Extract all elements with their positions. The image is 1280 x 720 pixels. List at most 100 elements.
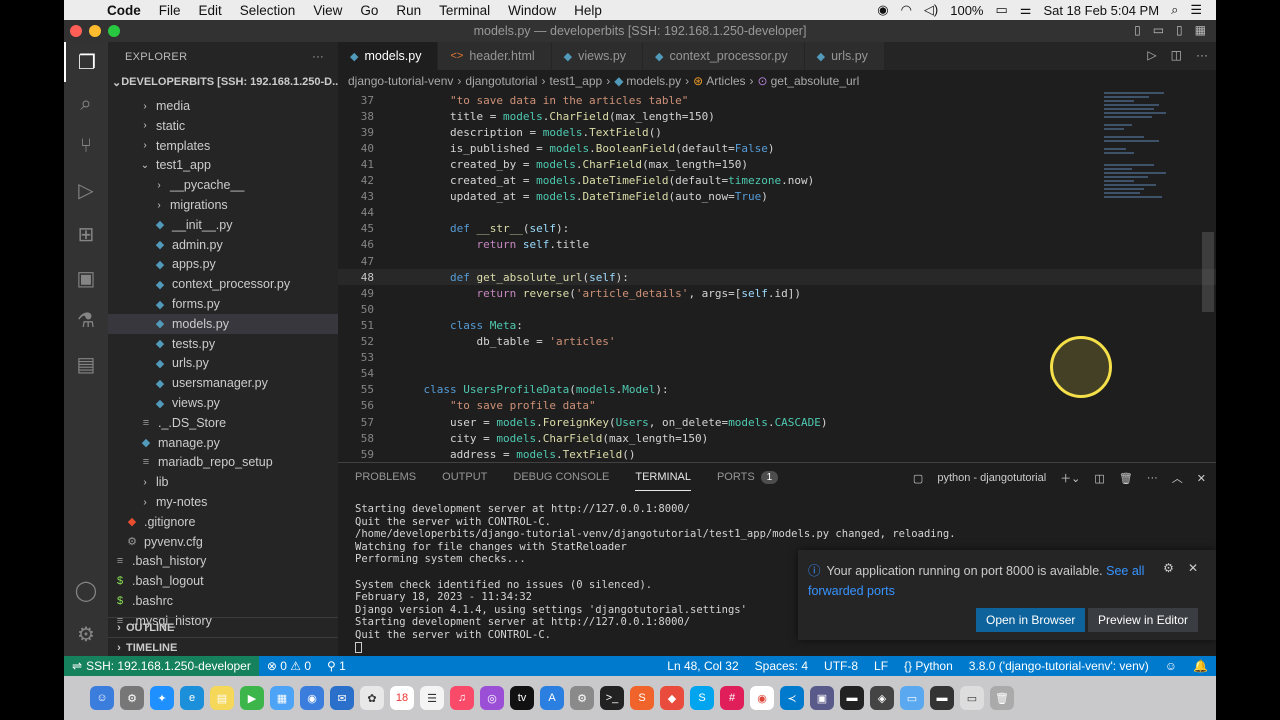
virtualbox-icon[interactable]: ▣: [810, 686, 834, 710]
accounts-icon[interactable]: ◯: [64, 570, 108, 610]
launchpad-icon[interactable]: ⚙: [120, 686, 144, 710]
explorer-icon[interactable]: ❐: [64, 42, 108, 82]
code-line[interactable]: 40 is_published = models.BooleanField(de…: [338, 140, 1216, 156]
tree-item[interactable]: ◆ tests.py: [108, 334, 338, 354]
calendar-icon[interactable]: 18: [390, 686, 414, 710]
menu-view[interactable]: View: [304, 3, 351, 18]
code-line[interactable]: 38 title = models.CharField(max_length=1…: [338, 108, 1216, 124]
breadcrumb-item[interactable]: test1_app: [549, 74, 602, 88]
breadcrumb-item[interactable]: djangotutorial: [465, 74, 537, 88]
downloads-folder-icon[interactable]: ▭: [900, 686, 924, 710]
menu-app-name[interactable]: Code: [98, 3, 150, 18]
maximize-panel-icon[interactable]: ︿: [1172, 470, 1183, 486]
python-interpreter[interactable]: 3.8.0 ('django-tutorial-venv': venv): [961, 659, 1157, 673]
menu-go[interactable]: Go: [351, 3, 387, 18]
menu-edit[interactable]: Edit: [190, 3, 231, 18]
layout-icon[interactable]: ▦: [1195, 23, 1206, 37]
extensions-icon[interactable]: ⊞: [64, 214, 108, 254]
outline-section[interactable]: › OUTLINE: [108, 617, 338, 637]
timeline-section[interactable]: › TIMELINE: [108, 637, 338, 656]
photos-icon[interactable]: ✿: [360, 686, 384, 710]
appletv-icon[interactable]: tv: [510, 686, 534, 710]
trash-bin-icon[interactable]: 🗑: [990, 686, 1014, 710]
code-line[interactable]: 47: [338, 253, 1216, 269]
slack-icon[interactable]: #: [720, 686, 744, 710]
tree-item[interactable]: › my-notes: [108, 492, 338, 512]
battery-icon[interactable]: ▭: [995, 2, 1007, 18]
terminal-name[interactable]: python - djangotutorial: [937, 472, 1046, 484]
tab-context-processor-py[interactable]: ◆ context_processor.py: [643, 42, 805, 70]
tree-item[interactable]: ◆ admin.py: [108, 235, 338, 255]
bell-icon[interactable]: 🔔: [1185, 659, 1216, 673]
tab-output[interactable]: OUTPUT: [442, 463, 487, 491]
utility-icon[interactable]: ◈: [870, 686, 894, 710]
testing-icon[interactable]: ⚗: [64, 300, 108, 340]
tree-item[interactable]: $ .bashrc: [108, 591, 338, 611]
mail-icon[interactable]: ✉: [330, 686, 354, 710]
problems-status[interactable]: ⊗ 0 ⚠ 0: [259, 659, 319, 673]
code-line[interactable]: 39 description = models.TextField(): [338, 124, 1216, 140]
tree-item[interactable]: ◆ usersmanager.py: [108, 373, 338, 393]
tree-item[interactable]: ⚙ pyvenv.cfg: [108, 532, 338, 552]
spotlight-icon[interactable]: ⌕: [1171, 2, 1178, 18]
tree-item[interactable]: › lib: [108, 472, 338, 492]
chrome-icon[interactable]: ◉: [750, 686, 774, 710]
edge-icon[interactable]: e: [180, 686, 204, 710]
finder-icon[interactable]: ☺: [90, 686, 114, 710]
editor-scrollbar[interactable]: [1202, 232, 1214, 312]
new-terminal-icon[interactable]: ＋⌄: [1060, 470, 1080, 486]
menu-selection[interactable]: Selection: [231, 3, 305, 18]
volume-icon[interactable]: ◁): [924, 2, 938, 18]
toggle-sidebar-icon[interactable]: ▯: [1134, 23, 1141, 37]
terminal-app-icon[interactable]: >_: [600, 686, 624, 710]
music-icon[interactable]: ♫: [450, 686, 474, 710]
tree-item[interactable]: ◆ views.py: [108, 393, 338, 413]
notes-icon[interactable]: ▤: [210, 686, 234, 710]
tab-header-html[interactable]: <> header.html: [438, 42, 552, 70]
docker-icon[interactable]: ▤: [64, 344, 108, 384]
terminal-window-icon[interactable]: ▬: [840, 686, 864, 710]
workspace-root[interactable]: ⌄ DEVELOPERBITS [SSH: 192.168.1.250-D...: [108, 72, 338, 92]
preview-icon[interactable]: ▦: [270, 686, 294, 710]
tree-item[interactable]: ≡ mariadb_repo_setup: [108, 452, 338, 472]
breadcrumb-item[interactable]: django-tutorial-venv: [348, 74, 453, 88]
code-line[interactable]: 46 return self.title: [338, 237, 1216, 253]
code-line[interactable]: 57 user = models.ForeignKey(Users, on_de…: [338, 414, 1216, 430]
search-icon[interactable]: ⌕: [64, 84, 108, 124]
remote-indicator[interactable]: ⇌ SSH: 192.168.1.250-developer: [64, 656, 259, 676]
breadcrumb-item[interactable]: get_absolute_url: [771, 74, 860, 88]
breadcrumb-item[interactable]: models.py: [626, 74, 681, 88]
run-file-icon[interactable]: ▷: [1147, 48, 1156, 62]
battery-percent[interactable]: 100%: [950, 3, 983, 18]
minimap[interactable]: [1104, 92, 1174, 212]
git-client-icon[interactable]: ◆: [660, 686, 684, 710]
close-panel-icon[interactable]: ✕: [1197, 472, 1206, 485]
tree-item[interactable]: › __pycache__: [108, 175, 338, 195]
tree-item[interactable]: ◆ forms.py: [108, 294, 338, 314]
zoom-window-button[interactable]: [108, 25, 120, 37]
preview-in-editor-button[interactable]: Preview in Editor: [1088, 608, 1199, 632]
open-in-browser-button[interactable]: Open in Browser: [976, 608, 1086, 632]
more-actions-icon[interactable]: ···: [1196, 48, 1208, 62]
close-window-button[interactable]: [70, 25, 82, 37]
code-line[interactable]: 44: [338, 205, 1216, 221]
forwarded-ports-status[interactable]: ⚲ 1: [319, 659, 354, 673]
screenshot-icon[interactable]: ▬: [930, 686, 954, 710]
code-line[interactable]: 45 def __str__(self):: [338, 221, 1216, 237]
tree-item[interactable]: › media: [108, 96, 338, 116]
tree-item[interactable]: ◆ models.py: [108, 313, 338, 334]
line-ending[interactable]: LF: [866, 659, 896, 673]
more-actions-icon[interactable]: ···: [1147, 472, 1158, 484]
tree-item[interactable]: › static: [108, 116, 338, 136]
focus-icon[interactable]: ◉: [877, 2, 888, 18]
menu-window[interactable]: Window: [499, 3, 565, 18]
tab-debug-console[interactable]: DEBUG CONSOLE: [513, 463, 609, 491]
menu-help[interactable]: Help: [565, 3, 611, 18]
feedback-icon[interactable]: ☺: [1157, 659, 1185, 673]
language-mode[interactable]: {} Python: [896, 659, 961, 673]
sublime-icon[interactable]: S: [630, 686, 654, 710]
system-preferences-icon[interactable]: ⚙: [570, 686, 594, 710]
split-terminal-icon[interactable]: ◫: [1094, 472, 1104, 485]
window-icon[interactable]: ▭: [960, 686, 984, 710]
toggle-secondary-sidebar-icon[interactable]: ▯: [1176, 23, 1183, 37]
